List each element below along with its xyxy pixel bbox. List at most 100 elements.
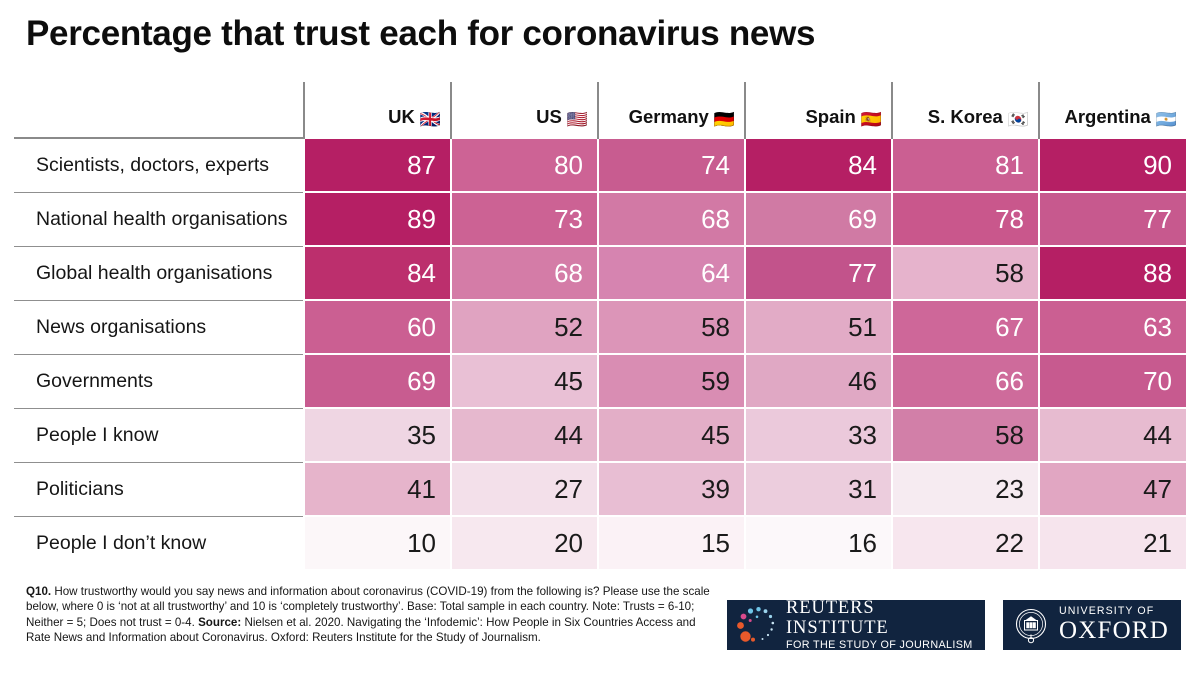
- reuters-logo-text: REUTERS INSTITUTE FOR THE STUDY OF JOURN…: [786, 597, 975, 652]
- heatmap-cell: 35: [303, 407, 451, 463]
- heatmap-cell: 77: [1038, 191, 1186, 247]
- column-header-spain: Spain 🇪🇸: [744, 82, 892, 138]
- flag-icon-germany: 🇩🇪: [713, 110, 735, 129]
- heatmap-table-container: UK 🇬🇧 US 🇺🇸 Germany 🇩🇪 Spain 🇪🇸 S. Korea 🇰🇷 Argent…: [14, 82, 1186, 571]
- row-label: Global health organisations: [14, 245, 304, 300]
- table-row: Global health organisations 84 68 64 77 58 88: [14, 245, 1186, 301]
- row-label: People I don’t know: [14, 515, 304, 570]
- row-label: National health organisations: [14, 191, 304, 246]
- heatmap-cell: 15: [597, 515, 745, 571]
- heatmap-cell: 33: [744, 407, 892, 463]
- footnote: Q10. How trustworthy would you say news …: [26, 584, 716, 645]
- heatmap-cell: 60: [303, 299, 451, 355]
- heatmap-cell: 68: [450, 245, 598, 301]
- heatmap-cell: 10: [303, 515, 451, 571]
- reuters-logo-line2: FOR THE STUDY OF JOURNALISM: [786, 638, 973, 651]
- flag-icon-spain: 🇪🇸: [860, 110, 882, 129]
- heatmap-cell: 63: [1038, 299, 1186, 355]
- table-row: People I don’t know 10 20 15 16 22 21: [14, 515, 1186, 571]
- university-of-oxford-logo: UNIVERSITY OF OXFORD: [1003, 600, 1181, 650]
- table-header: UK 🇬🇧 US 🇺🇸 Germany 🇩🇪 Spain 🇪🇸 S. Korea 🇰🇷 Argent…: [14, 82, 1186, 139]
- logo-strip: REUTERS INSTITUTE FOR THE STUDY OF JOURN…: [727, 597, 1181, 652]
- column-header-germany: Germany 🇩🇪: [597, 82, 745, 138]
- heatmap-cell: 90: [1038, 137, 1186, 193]
- heatmap-cell: 89: [303, 191, 451, 247]
- column-header-label: US: [536, 106, 562, 127]
- reuters-institute-logo: REUTERS INSTITUTE FOR THE STUDY OF JOURN…: [727, 597, 985, 652]
- heatmap-cell: 87: [303, 137, 451, 193]
- heatmap-cell: 69: [744, 191, 892, 247]
- heatmap-cell: 47: [1038, 461, 1186, 517]
- column-header-label: Germany: [628, 106, 709, 127]
- heatmap-cell: 80: [450, 137, 598, 193]
- heatmap-cell: 46: [744, 353, 892, 409]
- heatmap-cell: 52: [450, 299, 598, 355]
- footnote-question-label: Q10.: [26, 585, 52, 598]
- column-header-uk: UK 🇬🇧: [303, 82, 451, 138]
- table-row: National health organisations 89 73 68 69 78 7…: [14, 191, 1186, 247]
- column-header-us: US 🇺🇸: [450, 82, 598, 138]
- heatmap-cell: 44: [1038, 407, 1186, 463]
- heatmap-cell: 23: [891, 461, 1039, 517]
- table-row: Scientists, doctors, experts 87 80 74 84 81 90: [14, 137, 1186, 193]
- heatmap-cell: 88: [1038, 245, 1186, 301]
- table-corner-cell: [14, 82, 304, 139]
- heatmap-cell: 21: [1038, 515, 1186, 571]
- table-row: News organisations 60 52 58 51 67 63: [14, 299, 1186, 355]
- heatmap-cell: 45: [597, 407, 745, 463]
- heatmap-cell: 73: [450, 191, 598, 247]
- row-label: Politicians: [14, 461, 304, 516]
- reuters-dots-mark: [737, 607, 775, 642]
- heatmap-cell: 77: [744, 245, 892, 301]
- table-body: Scientists, doctors, experts 87 80 74 84 81 90…: [14, 137, 1186, 571]
- heatmap-cell: 20: [450, 515, 598, 571]
- row-label: Scientists, doctors, experts: [14, 138, 304, 192]
- heatmap-cell: 67: [891, 299, 1039, 355]
- heatmap-cell: 58: [891, 245, 1039, 301]
- heatmap-cell: 58: [891, 407, 1039, 463]
- row-label: People I know: [14, 407, 304, 462]
- heatmap-cell: 74: [597, 137, 745, 193]
- heatmap-cell: 22: [891, 515, 1039, 571]
- oxford-logo-line2: OXFORD: [1059, 616, 1169, 644]
- column-header-s-korea: S. Korea 🇰🇷: [891, 82, 1039, 138]
- column-header-label: Spain: [805, 106, 856, 127]
- heatmap-cell: 41: [303, 461, 451, 517]
- flag-icon-argentina: 🇦🇷: [1155, 110, 1177, 129]
- heatmap-cell: 31: [744, 461, 892, 517]
- heatmap-cell: 58: [597, 299, 745, 355]
- table-row: Politicians 41 27 39 31 23 47: [14, 461, 1186, 517]
- column-header-argentina: Argentina 🇦🇷: [1038, 82, 1186, 138]
- heatmap-cell: 84: [744, 137, 892, 193]
- flag-icon-uk: 🇬🇧: [419, 110, 441, 129]
- flag-icon-us: 🇺🇸: [566, 110, 588, 129]
- heatmap-cell: 69: [303, 353, 451, 409]
- footnote-source-label: Source:: [198, 615, 242, 629]
- heatmap-cell: 84: [303, 245, 451, 301]
- trust-heatmap-table: UK 🇬🇧 US 🇺🇸 Germany 🇩🇪 Spain 🇪🇸 S. Korea 🇰🇷 Argent…: [14, 82, 1186, 571]
- column-header-label: Argentina: [1064, 106, 1151, 127]
- heatmap-cell: 64: [597, 245, 745, 301]
- heatmap-cell: 68: [597, 191, 745, 247]
- oxford-logo-text: UNIVERSITY OF OXFORD: [1059, 605, 1169, 644]
- header-row: UK 🇬🇧 US 🇺🇸 Germany 🇩🇪 Spain 🇪🇸 S. Korea 🇰🇷 Argent…: [14, 82, 1186, 139]
- heatmap-cell: 66: [891, 353, 1039, 409]
- column-header-label: UK: [388, 106, 415, 127]
- heatmap-cell: 39: [597, 461, 745, 517]
- heatmap-cell: 70: [1038, 353, 1186, 409]
- column-header-label: S. Korea: [927, 106, 1003, 127]
- heatmap-cell: 81: [891, 137, 1039, 193]
- oxford-crest-icon: [1015, 608, 1047, 644]
- heatmap-cell: 45: [450, 353, 598, 409]
- page-title: Percentage that trust each for coronavir…: [26, 14, 816, 53]
- flag-icon-s-korea: 🇰🇷: [1007, 110, 1029, 129]
- table-row: People I know 35 44 45 33 58 44: [14, 407, 1186, 463]
- heatmap-cell: 59: [597, 353, 745, 409]
- row-label: News organisations: [14, 299, 304, 354]
- heatmap-cell: 51: [744, 299, 892, 355]
- heatmap-cell: 16: [744, 515, 892, 571]
- row-label: Governments: [14, 353, 304, 408]
- heatmap-cell: 78: [891, 191, 1039, 247]
- table-row: Governments 69 45 59 46 66 70: [14, 353, 1186, 409]
- reuters-logo-line1: REUTERS INSTITUTE: [786, 597, 889, 638]
